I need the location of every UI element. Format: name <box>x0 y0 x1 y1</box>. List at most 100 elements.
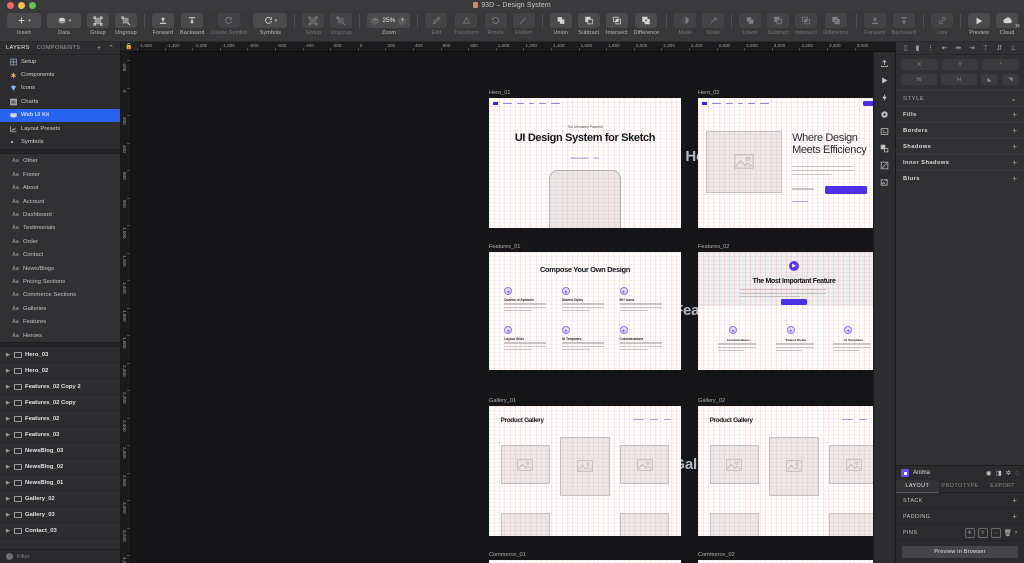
artboard-name-label[interactable]: Gallery_01 <box>489 398 681 404</box>
anima-tabs[interactable]: LAYOUT PROTOTYPE EXPORT <box>896 480 1024 493</box>
gallery-image[interactable] <box>709 512 760 536</box>
tab-layers[interactable]: LAYERS <box>6 45 30 51</box>
toolbar-item-zoom[interactable]: −25% + Zoom <box>364 13 413 36</box>
artboard-content[interactable]: Compose Your Own Design ◈ Dozens of Symbol… <box>489 252 681 370</box>
toolbar-item-backward[interactable]: Backward <box>177 13 207 36</box>
gallery-image[interactable] <box>828 512 873 536</box>
panel-icon[interactable]: ◨ <box>996 469 1002 477</box>
horizontal-ruler[interactable]: 🔒 -1,600 -1,400 -1,200 -1,000 -800 -600 -400 -2… <box>121 42 895 52</box>
rotation-field[interactable]: ° <box>982 59 1020 70</box>
nav-link[interactable] <box>738 102 743 105</box>
subtract-icon[interactable] <box>577 13 600 28</box>
align-top-icon[interactable]: ⊤ <box>983 44 989 52</box>
toolbar-item-forward[interactable]: Forward <box>149 13 177 36</box>
toolbar-item-symbols[interactable]: ▾ Symbols <box>250 13 290 36</box>
toolbar-item-difference[interactable]: Difference <box>631 13 662 36</box>
text-layer-commerce-sections[interactable]: Aa Commerce Sections <box>0 289 120 302</box>
anima-tab-layout[interactable]: LAYOUT <box>896 480 939 493</box>
nav-link[interactable] <box>748 102 755 105</box>
disclosure-triangle-icon[interactable]: ▶ <box>6 464 11 470</box>
disclosure-triangle-icon[interactable]: ▶ <box>6 448 11 454</box>
nav-cta-button[interactable] <box>863 101 873 106</box>
artboard-commerce-02[interactable]: Commerce_02 <box>698 552 873 563</box>
toolbar-item-union[interactable]: Union <box>547 13 575 36</box>
cta-secondary[interactable]: Buy <box>594 157 598 160</box>
plus-icon[interactable]: + <box>1012 174 1017 183</box>
preview-in-browser-button[interactable]: Preview in Browser <box>902 546 1018 558</box>
toolbar-item-insert[interactable]: ▾ Insert <box>4 13 44 36</box>
text-layer-about[interactable]: Aa About <box>0 182 120 195</box>
text-layer-account[interactable]: Aa Account <box>0 195 120 208</box>
align-right-icon[interactable]: ⋮ <box>927 44 934 52</box>
toolbar-item-group[interactable]: Group <box>84 13 112 36</box>
nav-link[interactable] <box>517 102 524 105</box>
disclosure-triangle-icon[interactable]: ▶ <box>6 400 11 406</box>
zoom-in-button[interactable]: + <box>398 16 407 25</box>
artboard-name-label[interactable]: Hero_01 <box>489 90 681 96</box>
nav-link[interactable] <box>760 102 769 105</box>
artboard-layer-contact-03[interactable]: ▶ Contact_03 <box>0 523 120 540</box>
artboard-layer-features-02[interactable]: ▶ Features_02 <box>0 411 120 428</box>
plus-icon[interactable]: + <box>1012 512 1017 521</box>
gallery-image[interactable] <box>769 437 819 496</box>
gallery-image[interactable] <box>500 445 551 484</box>
data-icon[interactable]: ▾ <box>47 13 81 28</box>
artboard-layer-features-03[interactable]: ▶ Features_03 <box>0 427 120 444</box>
nav-link[interactable] <box>726 102 733 105</box>
style-section-inner-shadows[interactable]: Inner Shadows + <box>896 154 1024 170</box>
text-layer-pricing-sections[interactable]: Aa Pricing Sections <box>0 275 120 288</box>
page-item-layout-presets[interactable]: Layout Presets <box>0 122 120 135</box>
gallery-filters[interactable] <box>633 419 672 421</box>
nav-link[interactable] <box>712 102 721 105</box>
tab-components[interactable]: COMPONENTS <box>37 45 81 51</box>
y-field[interactable]: Y <box>941 59 979 70</box>
width-field[interactable]: W <box>901 74 937 85</box>
text-layer-galleries[interactable]: Aa Galleries <box>0 302 120 315</box>
artboard-layer-hero-02[interactable]: ▶ Hero_02 <box>0 363 120 380</box>
nav-link[interactable] <box>529 102 534 105</box>
artboard-layer-gallery-03[interactable]: ▶ Gallery_03 <box>0 507 120 524</box>
artboard-content[interactable]: The Ultimately Powerful UI Design System … <box>489 98 681 228</box>
artboard-layer-newsblog-02[interactable]: ▶ NewsBlog_02 <box>0 459 120 476</box>
help-icon[interactable]: ◌ <box>1015 470 1019 477</box>
zoom-control[interactable]: −25% + <box>367 13 411 28</box>
style-section-blurs[interactable]: Blurs + <box>896 170 1024 186</box>
artboard-layer-features-02-copy-2[interactable]: ▶ Features_02 Copy 2 <box>0 379 120 396</box>
filter-input[interactable]: Filter <box>17 554 30 560</box>
pin-horizontal-icon[interactable]: ⇔ <box>990 527 1001 538</box>
play-icon[interactable] <box>968 13 991 28</box>
page-item-components[interactable]: Components <box>0 68 120 81</box>
text-layer-heroes[interactable]: Aa Heroes <box>0 329 120 342</box>
disclosure-triangle-icon[interactable]: ▶ <box>6 512 11 518</box>
nav-link[interactable] <box>539 102 546 105</box>
x-field[interactable]: X <box>901 59 938 70</box>
plus-icon[interactable]: + <box>1012 126 1017 135</box>
plus-icon[interactable]: + <box>1012 158 1017 167</box>
artboard-name-label[interactable]: Hero_02 <box>698 90 873 96</box>
cta-primary-button[interactable] <box>781 299 807 306</box>
text-layer-news-blogs[interactable]: Aa News/Blogs <box>0 262 120 275</box>
gear-icon[interactable] <box>876 106 894 123</box>
align-center-vertical-icon[interactable]: ⇵ <box>996 44 1002 52</box>
gallery-filters[interactable] <box>842 419 873 421</box>
align-left-icon[interactable]: ▯ <box>904 44 908 52</box>
gallery-image[interactable] <box>619 512 670 536</box>
artboard-features-02[interactable]: Features_02 ▶ The Most Important Feature ◈ C… <box>698 244 873 370</box>
page-item-charts[interactable]: Charts <box>0 95 120 108</box>
chevron-up-icon[interactable]: ⌃ <box>108 44 114 52</box>
add-page-icon[interactable]: + <box>97 45 101 52</box>
artboard-name-label[interactable]: Commerce_01 <box>489 552 681 558</box>
page-item-setup[interactable]: Setup <box>0 55 120 68</box>
learn-link[interactable] <box>792 200 809 202</box>
filter-link[interactable] <box>664 419 672 421</box>
toolbar-item-data[interactable]: ▾ Data <box>44 13 84 36</box>
filter-link[interactable] <box>633 419 645 421</box>
artboard-name-label[interactable]: Features_01 <box>489 244 681 250</box>
page-item-symbols[interactable]: Symbols <box>0 135 120 148</box>
text-layer-dashboard[interactable]: Aa Dashboard <box>0 208 120 221</box>
artboard-gallery-02[interactable]: Gallery_02 Product Gallery <box>698 398 873 536</box>
disclosure-triangle-icon[interactable]: ▶ <box>6 432 11 438</box>
toolbar-item-ungroup[interactable]: Ungroup <box>112 13 140 36</box>
artboard-layer-gallery-02[interactable]: ▶ Gallery_02 <box>0 491 120 508</box>
artboard-name-label[interactable]: Features_02 <box>698 244 873 250</box>
